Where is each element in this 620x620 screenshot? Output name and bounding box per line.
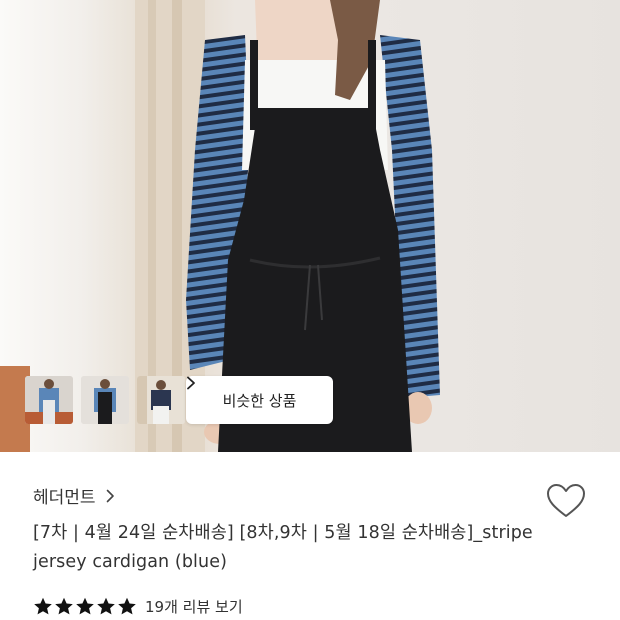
thumbnail-3[interactable] <box>137 376 185 424</box>
thumbnail-strip <box>25 376 185 424</box>
star-icon <box>97 597 115 615</box>
chevron-right-icon <box>187 376 195 390</box>
brand-link[interactable]: 헤더먼트 <box>33 483 115 508</box>
chevron-right-icon <box>106 489 114 502</box>
thumbnail-1[interactable] <box>25 376 73 424</box>
product-photo[interactable]: 비슷한 상품 <box>0 0 620 452</box>
similar-products-label: 비슷한 상품 <box>222 391 297 410</box>
rating-row: 19개 리뷰 보기 <box>33 596 243 617</box>
star-icon <box>34 597 52 615</box>
product-title: [7차 | 4월 24일 순차배송] [8차,9차 | 5월 18일 순차배송]… <box>33 523 533 572</box>
brand-name: 헤더먼트 <box>33 488 96 508</box>
star-icon <box>55 597 73 615</box>
heart-icon[interactable] <box>545 482 587 520</box>
review-count-link[interactable]: 19개 리뷰 보기 <box>145 596 243 617</box>
star-icon <box>118 597 136 615</box>
similar-products-button[interactable]: 비슷한 상품 <box>186 376 333 424</box>
star-icon <box>76 597 94 615</box>
thumbnail-2[interactable] <box>81 376 129 424</box>
star-rating <box>33 597 137 616</box>
